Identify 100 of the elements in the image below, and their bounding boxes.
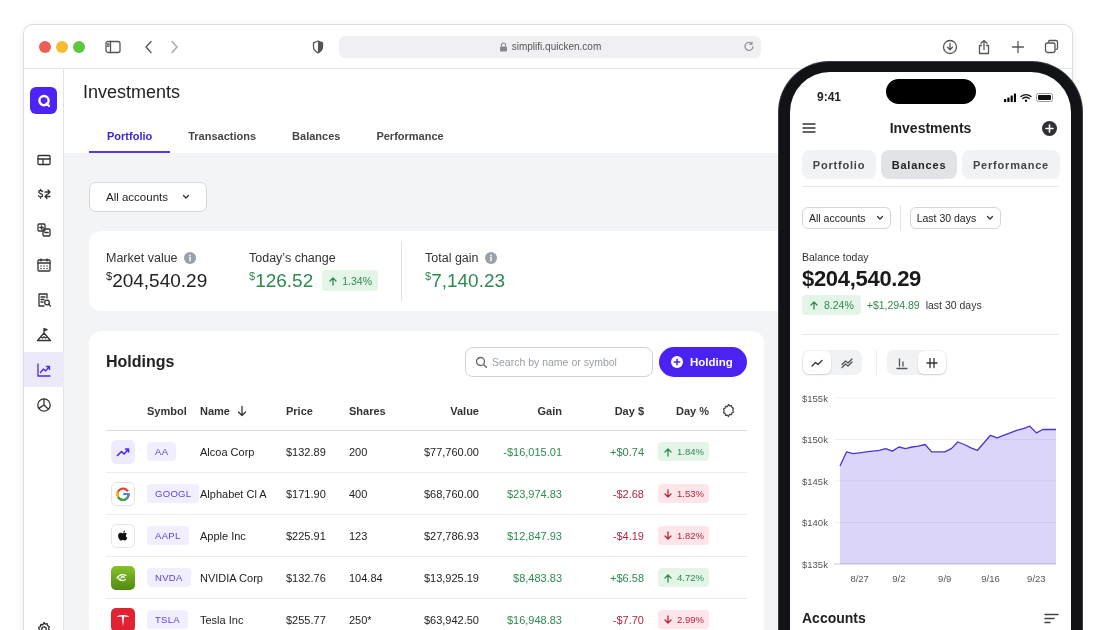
tabs-icon[interactable] <box>1044 39 1059 54</box>
table-cell: 400 <box>349 473 399 515</box>
table-cell: $132.89 <box>286 431 349 473</box>
calendar-icon <box>35 256 52 273</box>
new-tab-icon[interactable] <box>1011 39 1025 54</box>
tab[interactable]: Balances <box>274 120 359 153</box>
symbol-tag: NVDA <box>147 568 191 587</box>
axis-label: $135k <box>802 558 828 570</box>
bar-icon <box>895 355 909 370</box>
table-cell: NVIDIA Corp <box>200 557 286 599</box>
chart-toggle[interactable] <box>918 351 946 374</box>
change-badge: 1.84% <box>658 442 709 461</box>
sort-icon[interactable] <box>1044 612 1059 624</box>
down-arrow-icon <box>663 614 674 625</box>
trend-chart-icon <box>35 361 52 378</box>
symbol-tag: TSLA <box>147 610 188 629</box>
logo-icon <box>111 481 135 506</box>
axis-label: 8/27 <box>850 573 869 584</box>
chevron-down-icon <box>875 215 884 221</box>
up-arrow-icon <box>809 300 819 310</box>
settings-icon[interactable] <box>720 403 736 418</box>
table-cell: Tesla Inc <box>200 599 286 630</box>
add-icon[interactable] <box>1042 120 1057 136</box>
back-icon[interactable] <box>144 39 153 54</box>
reload-icon[interactable] <box>744 40 755 52</box>
table-cell: -$16,015.01 <box>479 431 562 473</box>
table-cell: $255.77 <box>286 599 349 630</box>
period-label: last 30 days <box>925 299 982 311</box>
column-header[interactable]: Day % <box>644 391 709 431</box>
metric-label: Market value <box>106 250 178 265</box>
plus-circle-icon <box>671 356 683 368</box>
filter-dropdown[interactable]: Last 30 days <box>909 207 1002 229</box>
symbol-tag: GOOGL <box>147 484 200 503</box>
metric-label: Today’s change <box>249 250 336 265</box>
metric-label: Total gain <box>425 250 479 265</box>
change-badge: 2.99% <box>658 610 709 629</box>
table-cell: $132.76 <box>286 557 349 599</box>
table-cell: -$4.19 <box>562 515 644 557</box>
table-cell: Alphabet Cl A <box>200 473 286 515</box>
column-header[interactable]: Price <box>286 391 349 431</box>
chart-toggle[interactable] <box>803 351 831 374</box>
apple-icon <box>111 523 135 548</box>
column-header[interactable]: Gain <box>479 391 562 431</box>
address-bar[interactable]: simplifi.quicken.com <box>339 35 761 58</box>
column-header[interactable]: Symbol <box>147 391 200 431</box>
change-badge: 1.82% <box>658 526 709 545</box>
change-amount: +$1,294.89 <box>866 299 920 311</box>
table-cell: Alcoa Corp <box>200 431 286 473</box>
axis-label: 9/2 <box>892 573 906 584</box>
tab[interactable]: Performance <box>358 120 462 153</box>
up-arrow-icon <box>663 572 674 583</box>
table-cell: 200 <box>349 431 399 473</box>
account-dropdown[interactable]: All accounts <box>89 182 207 212</box>
segment-tab[interactable]: Portfolio <box>802 150 876 179</box>
table-cell: Apple Inc <box>200 515 286 557</box>
close-button[interactable] <box>39 40 51 53</box>
column-header[interactable]: Shares <box>349 391 399 431</box>
segment-tab[interactable]: Performance <box>962 150 1060 179</box>
balance-label: Balance today <box>802 251 870 264</box>
lock-icon <box>498 41 508 52</box>
tab[interactable]: Transactions <box>170 120 275 153</box>
app-logo-icon[interactable] <box>30 87 57 114</box>
column-header[interactable]: Value <box>399 391 479 431</box>
filter-dropdown[interactable]: All accounts <box>802 207 891 229</box>
up-arrow-icon <box>663 446 674 457</box>
segment-tab[interactable]: Balances <box>881 150 957 179</box>
column-header[interactable]: Day $ <box>562 391 644 431</box>
table-cell: 123 <box>349 515 399 557</box>
table-cell: $63,942.50 <box>399 599 479 630</box>
search-icon <box>475 356 487 368</box>
battery-icon <box>1036 92 1053 102</box>
table-cell: -$2.68 <box>562 473 644 515</box>
table-cell: $68,760.00 <box>399 473 479 515</box>
column-header[interactable]: Name <box>200 391 286 431</box>
table-cell: $16,948.83 <box>479 599 562 630</box>
section-title: Holdings <box>106 353 175 371</box>
report-search-icon <box>35 291 52 308</box>
info-icon <box>484 251 497 264</box>
change-badge: 4.72% <box>658 568 709 587</box>
table-cell: 250* <box>349 599 399 630</box>
shield-icon[interactable] <box>312 39 324 54</box>
section-title: Accounts <box>802 610 866 626</box>
add-holding-button[interactable]: Holding <box>659 347 747 377</box>
change-badge: 1.34% <box>322 270 379 291</box>
table-cell: $12,847.93 <box>479 515 562 557</box>
status-time: 9:41 <box>817 90 843 104</box>
table-cell: $27,786.93 <box>399 515 479 557</box>
search-field[interactable]: Search by name or symbol <box>465 347 653 377</box>
metric-value: $^{$}$7,140.23 <box>425 269 506 292</box>
download-icon[interactable] <box>942 38 958 55</box>
share-icon[interactable] <box>977 38 991 55</box>
menu-icon[interactable] <box>802 122 816 134</box>
tab[interactable]: Portfolio <box>89 120 171 153</box>
table-cell: $225.91 <box>286 515 349 557</box>
sidebar-icon[interactable] <box>105 39 121 54</box>
logo-icon <box>111 565 135 590</box>
crosshair-icon <box>925 355 939 370</box>
info-icon <box>183 251 196 264</box>
add-remove-icon <box>35 221 52 238</box>
axis-label: 9/23 <box>1027 573 1046 584</box>
